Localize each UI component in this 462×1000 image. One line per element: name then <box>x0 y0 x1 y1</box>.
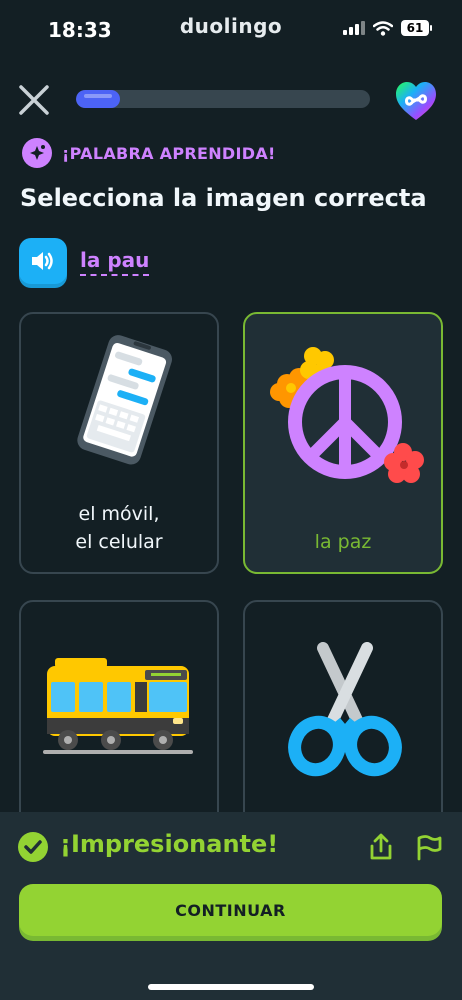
speaker-icon <box>32 252 53 270</box>
word-learned-badge: ¡PALABRA APRENDIDA! <box>22 138 276 168</box>
close-icon[interactable] <box>16 82 52 118</box>
lesson-progress-bar <box>76 90 370 108</box>
phone-icon <box>77 335 172 465</box>
check-icon <box>18 832 48 862</box>
play-audio-button[interactable] <box>19 238 67 284</box>
home-indicator[interactable] <box>148 984 314 990</box>
progress-shine <box>84 94 113 98</box>
peace-sign-icon <box>270 347 424 483</box>
continue-button[interactable]: CONTINUAR <box>19 884 442 936</box>
choice-card-scissors[interactable] <box>243 600 443 840</box>
choice-label: la paz <box>314 531 372 553</box>
status-bar: 18:33 duolingo 61 <box>0 0 462 58</box>
feedback-message: ¡Impresionante! <box>60 830 279 858</box>
wifi-icon <box>373 20 393 36</box>
audio-word[interactable]: la pau <box>80 248 150 276</box>
battery-level: 61 <box>401 20 429 36</box>
bus-icon <box>43 658 193 754</box>
share-icon[interactable] <box>366 832 396 862</box>
scissors-icon <box>288 642 402 777</box>
choice-label: el móvil, <box>78 503 160 525</box>
status-icons: 61 <box>343 20 432 36</box>
report-flag-icon[interactable] <box>414 832 444 862</box>
battery-icon: 61 <box>401 20 432 36</box>
choice-label-line2: el celular <box>75 531 163 553</box>
signal-icon <box>343 21 365 35</box>
sparkle-icon <box>22 138 52 168</box>
feedback-panel: ¡Impresionante! CONTINUAR <box>0 812 462 1000</box>
progress-fill <box>76 90 121 108</box>
choice-card-peace[interactable]: la paz <box>243 312 443 574</box>
instruction-title: Selecciona la imagen correcta <box>20 184 427 212</box>
choice-card-bus[interactable] <box>19 600 219 840</box>
infinite-hearts-icon[interactable] <box>394 80 438 122</box>
choice-card-phone[interactable]: el móvil, el celular <box>19 312 219 574</box>
badge-label: ¡PALABRA APRENDIDA! <box>62 143 276 163</box>
